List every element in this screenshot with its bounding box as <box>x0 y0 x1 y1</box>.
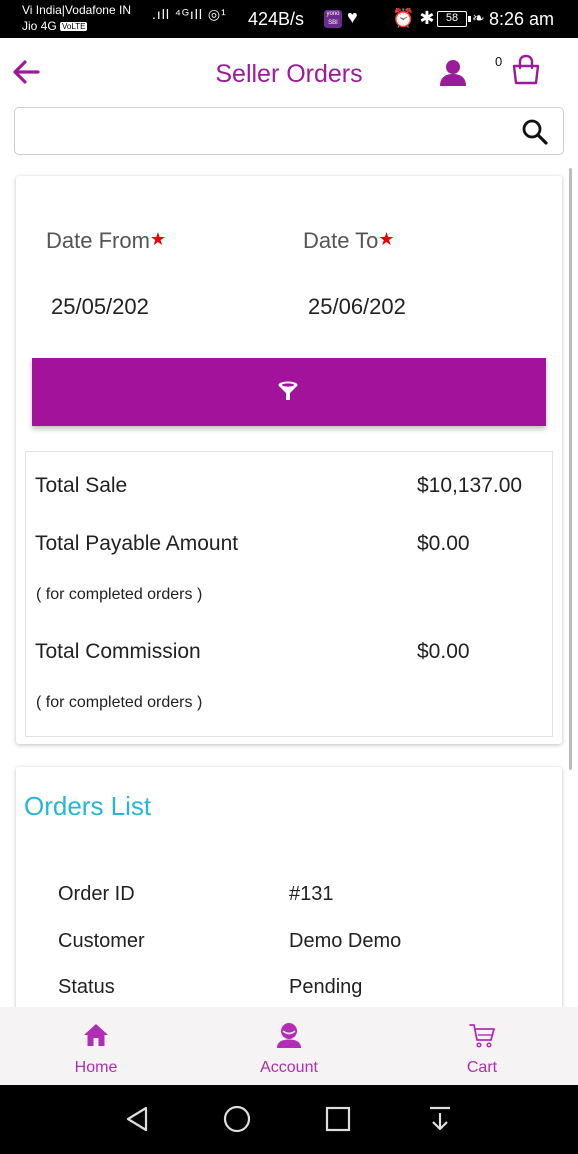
date-to-label: Date To★ <box>303 228 395 254</box>
app-header: Seller Orders 0 <box>0 38 578 108</box>
date-from-field[interactable]: 25/05/202 <box>51 294 149 320</box>
system-back-icon[interactable] <box>124 1105 150 1133</box>
sales-summary: Total Sale $10,137.00 Total Payable Amou… <box>25 451 553 737</box>
nav-account[interactable]: Account <box>193 1007 385 1085</box>
customer-label: Customer <box>58 930 145 952</box>
status-label: Status <box>58 976 115 998</box>
required-star-icon: ★ <box>149 229 167 249</box>
status-value: Pending <box>289 976 363 998</box>
date-from-label-text: Date From <box>46 228 150 253</box>
shopping-bag-button[interactable] <box>510 54 542 86</box>
bottom-nav: Home Account Cart <box>0 1007 578 1085</box>
date-from-label: Date From★ <box>46 228 166 254</box>
nav-cart[interactable]: Cart <box>386 1007 578 1085</box>
profile-button[interactable] <box>438 58 468 88</box>
customer-value: Demo Demo <box>289 930 402 952</box>
cart-count-badge: 0 <box>495 54 503 69</box>
system-recents-icon[interactable] <box>325 1105 351 1133</box>
apply-filter-button[interactable] <box>32 358 546 426</box>
carrier-info: Vi India|Vodafone IN Jio 4G VoLTE <box>22 2 131 35</box>
nav-account-label: Account <box>260 1059 318 1076</box>
page-title: Seller Orders <box>215 60 363 88</box>
nav-home-label: Home <box>74 1059 118 1076</box>
total-payable-value: $0.00 <box>417 532 470 555</box>
heart-icon: ♥ <box>347 7 358 27</box>
carrier-1: Vi India|Vodafone IN <box>22 3 131 17</box>
payable-note: ( for completed orders ) <box>36 586 203 603</box>
search-icon <box>522 119 548 145</box>
system-home-icon[interactable] <box>223 1105 251 1133</box>
date-to-label-text: Date To <box>303 228 379 253</box>
required-star-icon: ★ <box>378 229 395 249</box>
orders-list-title: Orders List <box>24 791 152 821</box>
user-icon <box>440 60 466 86</box>
nav-home[interactable]: Home <box>0 1007 192 1085</box>
yono-app-icon: yono SBI <box>324 10 342 28</box>
commission-note: ( for completed orders ) <box>36 694 203 711</box>
order-id-label: Order ID <box>58 883 135 905</box>
shopping-bag-icon <box>512 54 540 85</box>
account-icon <box>277 1023 301 1048</box>
total-payable-label: Total Payable Amount <box>35 532 239 555</box>
battery-icon: 58 <box>437 11 471 27</box>
carrier-2: Jio 4G <box>22 19 57 33</box>
status-bar: Vi India|Vodafone IN Jio 4G VoLTE .ıll ⁴… <box>0 0 578 38</box>
total-commission-value: $0.00 <box>417 640 470 663</box>
order-id-value[interactable]: #131 <box>289 883 334 906</box>
filter-card: Date From★ Date To★ 25/05/202 25/06/202 … <box>16 176 562 744</box>
notification-pulldown-icon[interactable] <box>427 1105 453 1133</box>
search-button[interactable] <box>521 118 549 146</box>
total-sale-value: $10,137.00 <box>417 474 523 497</box>
volte-badge: VoLTE <box>60 22 88 31</box>
search-bar <box>14 107 564 155</box>
leaf-icon: ❧ <box>472 10 485 27</box>
net-speed: 424B/s <box>248 9 305 29</box>
filter-icon <box>278 381 298 400</box>
nav-cart-label: Cart <box>466 1059 498 1076</box>
alarm-bluetooth-icons: ⏰ ✱ <box>392 8 435 28</box>
total-commission-label: Total Commission <box>35 640 201 663</box>
signal-icon: .ıll ⁴ᴳıll ◎¹ <box>152 6 227 22</box>
cart-icon <box>469 1024 495 1048</box>
clock: 8:26 am <box>489 9 555 29</box>
scrollbar[interactable] <box>569 168 572 770</box>
date-to-field[interactable]: 25/06/202 <box>308 294 406 320</box>
system-nav-bar <box>0 1085 578 1154</box>
home-icon <box>84 1024 108 1046</box>
search-input[interactable] <box>25 116 505 146</box>
total-sale-label: Total Sale <box>35 474 128 497</box>
